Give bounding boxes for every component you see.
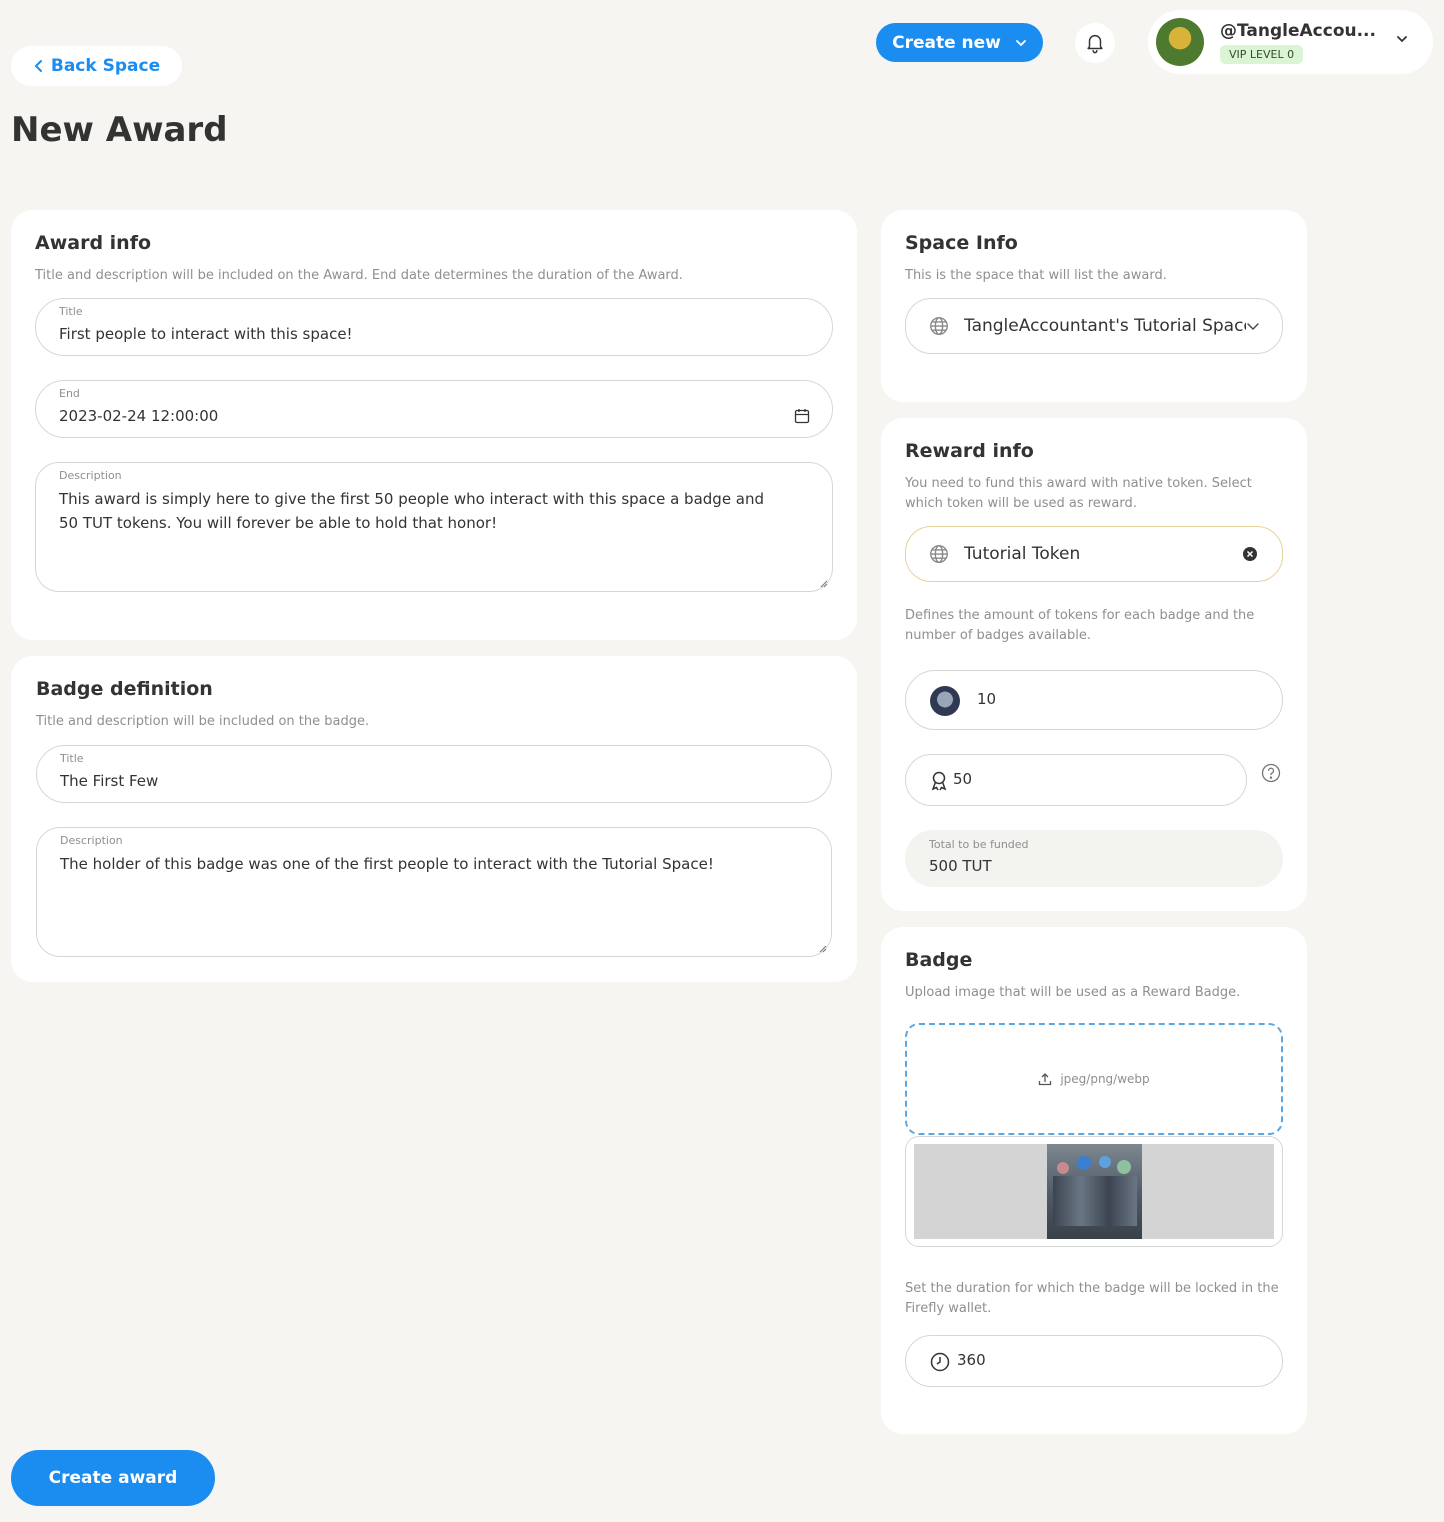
bell-icon <box>1087 35 1103 54</box>
badge-definition-title: Badge definition <box>36 678 213 700</box>
end-date-field[interactable]: End 2023-02-24 12:00:00 <box>35 380 833 438</box>
award-info-title: Award info <box>35 232 152 254</box>
badge-definition-subtitle: Title and description will be included o… <box>36 714 370 729</box>
space-select[interactable]: TangleAccountant's Tutorial Space <box>905 298 1283 354</box>
question-circle-icon[interactable] <box>1261 763 1281 783</box>
award-ribbon-icon <box>931 771 947 791</box>
create-new-button[interactable]: Create new <box>876 23 1043 62</box>
create-award-button[interactable]: Create award <box>11 1450 215 1506</box>
reward-info-card: Reward info You need to fund this award … <box>881 418 1307 911</box>
create-new-label: Create new <box>892 32 1001 53</box>
badge-image-preview[interactable] <box>905 1136 1283 1247</box>
award-description-field[interactable]: Description This award is simply here to… <box>35 462 833 592</box>
reward-info-title: Reward info <box>905 440 1034 462</box>
badge-upload-dropzone[interactable]: jpeg/png/webp <box>905 1023 1283 1135</box>
space-select-value: TangleAccountant's Tutorial Space <box>964 316 1246 336</box>
page-title: New Award <box>11 110 228 150</box>
upload-hint: jpeg/png/webp <box>1060 1072 1150 1086</box>
lock-duration-hint: Set the duration for which the badge wil… <box>905 1281 1279 1316</box>
space-info-title: Space Info <box>905 232 1018 254</box>
vip-badge: VIP LEVEL 0 <box>1220 44 1304 64</box>
notifications-button[interactable] <box>1075 23 1115 63</box>
badge-description-label: Description <box>60 834 123 847</box>
calendar-icon[interactable] <box>794 408 810 424</box>
chevron-left-icon <box>34 60 42 72</box>
award-title-field[interactable]: Title First people to interact with this… <box>35 298 833 356</box>
token-amount-field[interactable]: 10 <box>905 670 1283 730</box>
badge-definition-card: Badge definition Title and description w… <box>11 656 857 982</box>
badge-subtitle: Upload image that will be used as a Rewa… <box>905 985 1241 1000</box>
end-date-value: 2023-02-24 12:00:00 <box>59 407 219 425</box>
badge-title-value: The First Few <box>60 772 159 790</box>
award-description-value: This award is simply here to give the fi… <box>59 490 765 532</box>
resize-handle-icon[interactable] <box>818 578 828 588</box>
token-amount-value: 10 <box>977 690 997 708</box>
badge-title: Badge <box>905 949 973 971</box>
award-title-label: Title <box>59 305 83 318</box>
amount-hint: Defines the amount of tokens for each ba… <box>905 608 1255 643</box>
badge-description-value: The holder of this badge was one of the … <box>60 855 714 873</box>
lock-duration-value: 360 <box>957 1351 986 1369</box>
badge-image <box>1047 1144 1142 1239</box>
space-info-card: Space Info This is the space that will l… <box>881 210 1307 402</box>
award-info-card: Award info Title and description will be… <box>11 210 857 640</box>
badge-title-field[interactable]: Title The First Few <box>36 745 832 803</box>
clock-icon <box>930 1352 950 1372</box>
chevron-down-icon <box>1247 323 1259 330</box>
token-select[interactable]: Tutorial Token <box>905 526 1283 582</box>
total-funded-box: Total to be funded 500 TUT <box>905 830 1283 887</box>
end-date-label: End <box>59 387 80 400</box>
profile-name: @TangleAccou... <box>1220 20 1376 41</box>
lock-duration-field[interactable]: 360 <box>905 1335 1283 1387</box>
award-info-subtitle: Title and description will be included o… <box>35 268 683 283</box>
chevron-down-icon <box>1015 39 1026 46</box>
chevron-down-icon <box>1397 36 1407 43</box>
space-info-subtitle: This is the space that will list the awa… <box>905 268 1167 283</box>
clear-icon[interactable] <box>1242 546 1258 562</box>
badge-count-field[interactable]: 50 <box>905 754 1247 806</box>
badge-description-field[interactable]: Description The holder of this badge was… <box>36 827 832 957</box>
total-funded-value: 500 TUT <box>929 857 992 875</box>
reward-info-subtitle: You need to fund this award with native … <box>905 476 1252 511</box>
resize-handle-icon[interactable] <box>817 943 827 953</box>
award-title-value: First people to interact with this space… <box>59 325 353 343</box>
token-select-value: Tutorial Token <box>964 544 1081 564</box>
badge-title-label: Title <box>60 752 84 765</box>
preview-backdrop <box>914 1144 1274 1239</box>
back-space-button[interactable]: Back Space <box>11 46 182 86</box>
back-label: Back Space <box>50 56 161 76</box>
badge-count-value: 50 <box>953 770 973 788</box>
total-funded-label: Total to be funded <box>929 838 1029 851</box>
profile-menu[interactable]: @TangleAccou... VIP LEVEL 0 <box>1148 10 1433 74</box>
token-image-icon <box>930 686 960 716</box>
award-description-label: Description <box>59 469 122 482</box>
globe-icon <box>930 545 948 563</box>
globe-icon <box>930 317 948 335</box>
upload-icon <box>1039 1073 1052 1086</box>
avatar <box>1156 18 1204 66</box>
